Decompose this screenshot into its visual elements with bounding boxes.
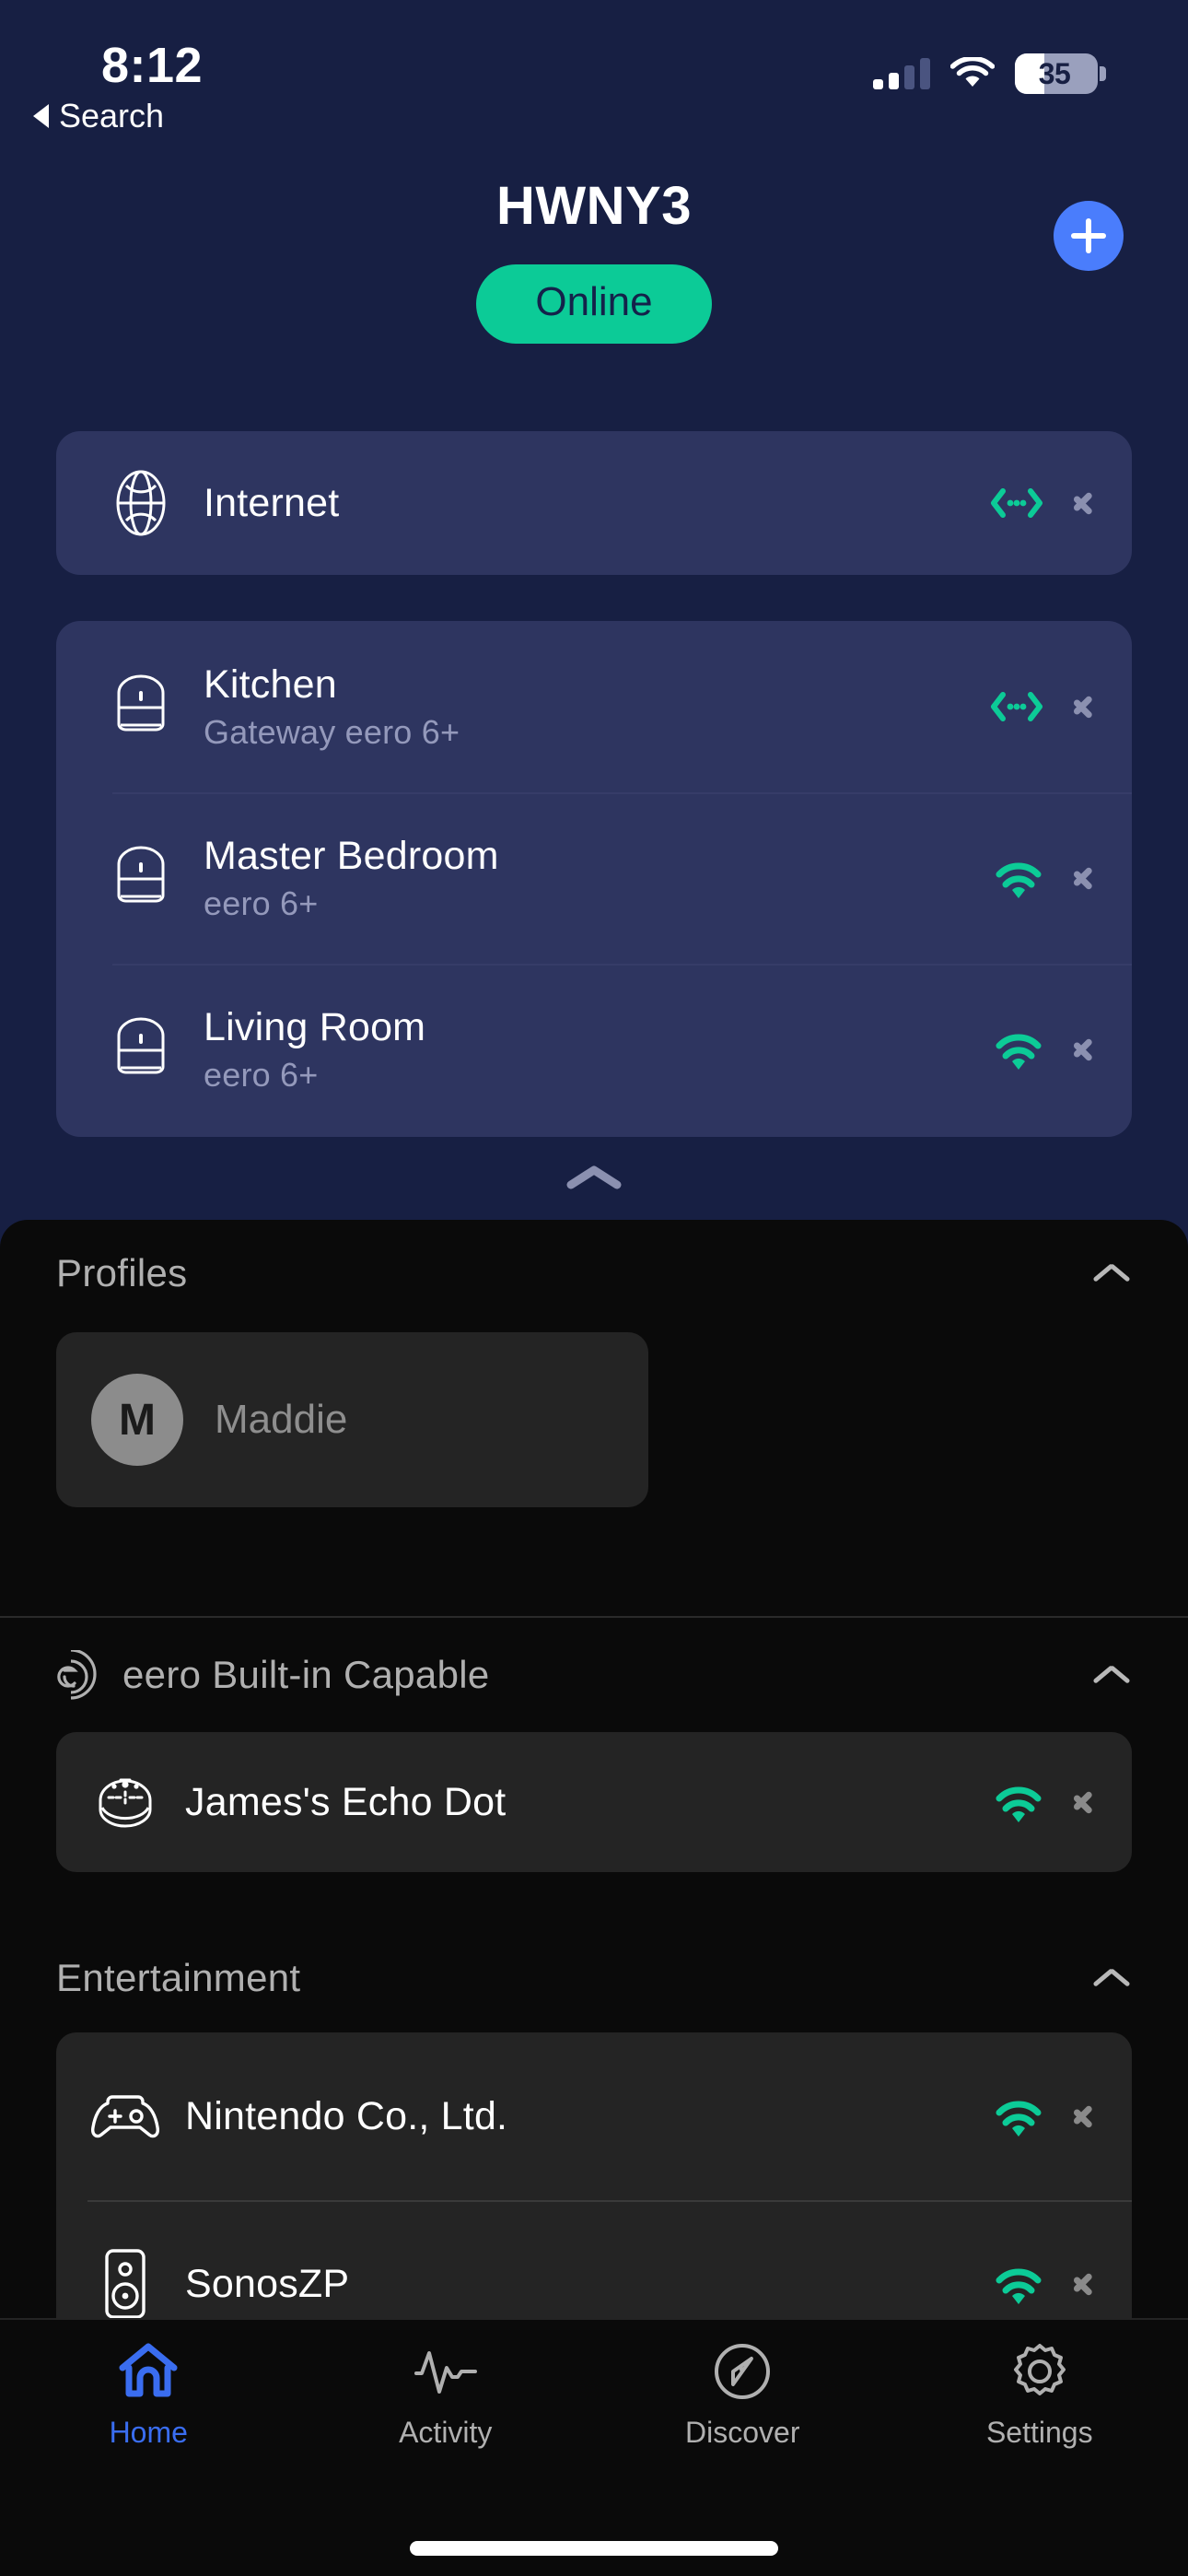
section-title: Profiles xyxy=(56,1251,188,1294)
battery-percent: 35 xyxy=(1038,56,1071,90)
tab-label: Activity xyxy=(399,2416,493,2449)
internet-card[interactable]: Internet xyxy=(56,431,1132,575)
device-name: SonosZP xyxy=(185,2261,350,2306)
echo-dot-icon xyxy=(82,1767,169,1837)
eero-device-icon xyxy=(99,1015,183,1083)
status-bar-time: 8:12 xyxy=(101,38,204,93)
eero-row-master-bedroom[interactable]: Master Bedroom eero 6+ xyxy=(56,792,1132,964)
chevron-right-icon xyxy=(1073,1033,1091,1066)
home-indicator[interactable] xyxy=(410,2541,778,2556)
eero-model: Gateway eero 6+ xyxy=(204,712,460,751)
tab-home[interactable]: Home xyxy=(0,2340,297,2495)
add-button[interactable] xyxy=(1054,201,1124,271)
wifi-signal-icon xyxy=(996,1034,1042,1070)
back-triangle-icon xyxy=(33,104,49,128)
entertainment-section-header[interactable]: Entertainment xyxy=(56,1924,1132,2032)
ethernet-icon xyxy=(991,488,1042,518)
status-badge[interactable]: Online xyxy=(476,264,712,344)
eero-device-icon xyxy=(99,673,183,741)
section-entertainment: Entertainment Nintendo Co., Ltd. SonosZP xyxy=(0,1924,1188,2368)
back-link-label: Search xyxy=(59,97,165,135)
chevron-up-icon[interactable] xyxy=(1091,1259,1132,1287)
page-title: HWNY3 xyxy=(496,176,692,236)
bottom-tab-bar: Home Activity Discover Settings xyxy=(0,2318,1188,2576)
battery-icon: 35 xyxy=(1015,53,1106,94)
eero-builtin-logo-icon xyxy=(57,1650,97,1700)
globe-icon xyxy=(99,469,183,537)
tab-discover[interactable]: Discover xyxy=(594,2340,891,2495)
chevron-up-icon[interactable] xyxy=(1091,1964,1132,1992)
gamepad-icon xyxy=(82,2086,169,2147)
device-name: Nintendo Co., Ltd. xyxy=(185,2093,508,2138)
eero-row-kitchen[interactable]: Kitchen Gateway eero 6+ xyxy=(56,621,1132,792)
chevron-right-icon xyxy=(1073,1786,1091,1819)
eero-name: Master Bedroom xyxy=(204,833,499,878)
section-title: eero Built-in Capable xyxy=(122,1653,490,1696)
eero-row-living-room[interactable]: Living Room eero 6+ xyxy=(56,964,1132,1135)
network-header: HWNY3 Online xyxy=(0,175,1188,344)
home-icon xyxy=(119,2343,178,2397)
device-name: James's Echo Dot xyxy=(185,1779,507,1824)
ethernet-icon xyxy=(991,692,1042,721)
panel-collapse-handle[interactable] xyxy=(0,1163,1188,1194)
status-bar: 8:12 35 xyxy=(0,0,1188,138)
eero-builtin-device-list: James's Echo Dot xyxy=(56,1732,1132,1872)
gear-icon xyxy=(1013,2344,1066,2395)
chevron-right-icon xyxy=(1073,2100,1091,2133)
activity-pulse-icon xyxy=(413,2351,477,2394)
eero-name: Kitchen xyxy=(204,662,337,707)
tab-label: Settings xyxy=(985,2416,1093,2449)
eero-builtin-section-header[interactable]: eero Built-in Capable xyxy=(56,1618,1132,1732)
chevron-right-icon xyxy=(1073,690,1091,723)
profile-name: Maddie xyxy=(215,1397,348,1442)
status-bar-indicators: 35 xyxy=(873,53,1106,94)
eero-devices-card: Kitchen Gateway eero 6+ Master Bedroom e… xyxy=(56,621,1132,1137)
cellular-signal-icon xyxy=(873,58,930,89)
chevron-right-icon xyxy=(1073,2267,1091,2301)
avatar: M xyxy=(91,1374,183,1466)
compass-icon xyxy=(715,2344,771,2399)
wifi-signal-icon xyxy=(996,1786,1042,1822)
wifi-signal-icon xyxy=(996,2101,1042,2137)
back-to-search-link[interactable]: Search xyxy=(33,97,164,135)
eero-model: eero 6+ xyxy=(204,1055,319,1094)
speaker-icon xyxy=(82,2246,169,2322)
tab-settings[interactable]: Settings xyxy=(891,2340,1188,2495)
chevron-up-icon[interactable] xyxy=(1091,1661,1132,1689)
chevron-up-icon xyxy=(566,1165,622,1189)
tab-label: Discover xyxy=(685,2416,800,2449)
device-row-echo-dot[interactable]: James's Echo Dot xyxy=(56,1732,1132,1872)
profile-card-maddie[interactable]: M Maddie xyxy=(56,1332,648,1507)
internet-row[interactable]: Internet xyxy=(56,431,1132,575)
eero-device-icon xyxy=(99,844,183,912)
chevron-right-icon xyxy=(1073,486,1091,520)
wifi-signal-icon xyxy=(996,862,1042,898)
device-row-nintendo[interactable]: Nintendo Co., Ltd. xyxy=(56,2032,1132,2200)
eero-model: eero 6+ xyxy=(204,884,319,922)
eero-app-home-screen: 8:12 35 Search HWNY3 Online Internet Kit… xyxy=(0,0,1188,2576)
eero-name: Living Room xyxy=(204,1004,426,1049)
chevron-right-icon xyxy=(1073,861,1091,895)
tab-label: Home xyxy=(109,2416,188,2449)
section-eero-builtin: eero Built-in Capable James's Echo Dot xyxy=(0,1618,1188,1872)
wifi-icon xyxy=(950,57,995,87)
wifi-signal-icon xyxy=(996,2268,1042,2304)
section-profiles: Profiles M Maddie xyxy=(0,1220,1188,1507)
internet-label: Internet xyxy=(204,480,340,525)
tab-activity[interactable]: Activity xyxy=(297,2340,595,2495)
profiles-section-header[interactable]: Profiles xyxy=(56,1220,1132,1327)
section-title: Entertainment xyxy=(56,1956,301,1999)
